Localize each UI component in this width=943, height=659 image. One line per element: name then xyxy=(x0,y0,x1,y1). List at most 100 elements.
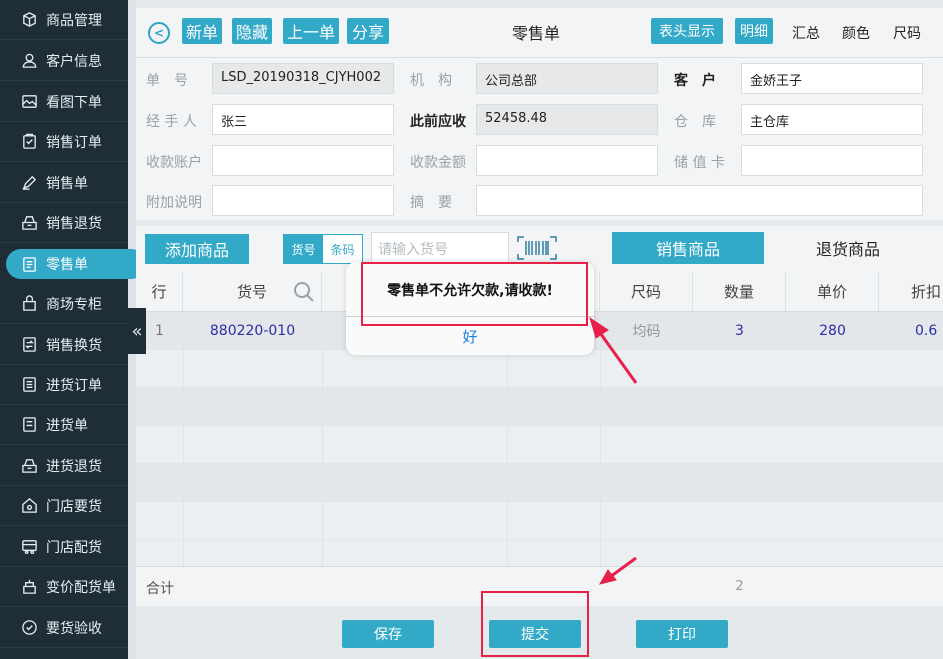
col-header-price: 单价 xyxy=(786,272,879,312)
sidebar-item-price-change-distribution[interactable]: 变价配货单 xyxy=(0,567,128,607)
sidebar-item-label: 销售换货 xyxy=(46,337,102,354)
handler-field[interactable]: 张三 xyxy=(212,104,394,135)
sidebar-item-label: 变价配货单 xyxy=(46,579,116,596)
return-icon xyxy=(20,214,38,232)
sidebar-item-request-inspection[interactable]: 要货验收 xyxy=(0,608,128,648)
sidebar-item-mall-counter[interactable]: 商场专柜 xyxy=(0,284,128,324)
remark-label: 附加说明 xyxy=(146,195,202,211)
sidebar: 商品管理 客户信息 看图下单 销售订单 销售单 销售退货 零售单 商场专柜 销售… xyxy=(0,0,146,659)
double-chevron-left-icon: « xyxy=(131,320,143,342)
price-icon xyxy=(20,578,38,596)
print-button[interactable]: 打印 xyxy=(636,620,728,648)
check-icon xyxy=(20,619,38,637)
cell-discount[interactable]: 0.6 xyxy=(879,312,943,350)
table-row-empty xyxy=(136,464,943,502)
cell-item-no[interactable]: 880220-010 xyxy=(183,312,322,350)
sidebar-item-label: 进货订单 xyxy=(46,377,102,394)
sidebar-item-product-management[interactable]: 商品管理 xyxy=(0,0,128,40)
tab-size[interactable]: 尺码 xyxy=(893,23,921,43)
remark-field[interactable] xyxy=(212,185,394,216)
toolbar: < 新单 隐藏 上一单 分享 零售单 表头显示 明细 汇总 颜色 尺码 xyxy=(136,8,943,58)
sidebar-item-retail-slip[interactable]: 零售单 xyxy=(0,244,146,284)
search-input[interactable]: 请输入货号 xyxy=(371,232,509,264)
order-header-form: 单 号 LSD_20190318_CJYH002 机 构 公司总部 客 户 金娇… xyxy=(136,58,943,220)
handler-label: 经 手 人 xyxy=(146,114,197,130)
clipboard-icon xyxy=(20,133,38,151)
sidebar-item-store-distribution[interactable]: 门店配货 xyxy=(0,527,128,567)
add-product-button[interactable]: 添加商品 xyxy=(145,234,249,264)
sidebar-item-label: 销售退货 xyxy=(46,215,102,232)
sidebar-item-purchase-slip[interactable]: 进货单 xyxy=(0,405,128,445)
total-qty: 2 xyxy=(735,579,744,594)
sidebar-item-label: 零售单 xyxy=(46,257,88,273)
truck-icon xyxy=(20,538,38,556)
sidebar-item-label: 要货验收 xyxy=(46,620,102,637)
amount-label: 收款金额 xyxy=(410,155,466,171)
account-label: 收款账户 xyxy=(146,155,202,171)
customer-field[interactable]: 金娇王子 xyxy=(741,63,923,94)
sidebar-item-sales-return[interactable]: 销售退货 xyxy=(0,203,128,243)
sidebar-item-purchase-return[interactable]: 进货退货 xyxy=(0,446,128,486)
cell-qty[interactable]: 3 xyxy=(693,312,786,350)
stored-card-field[interactable] xyxy=(741,145,923,176)
search-mode-toggle: 货号 条码 xyxy=(283,234,363,264)
sidebar-item-label: 看图下单 xyxy=(46,94,102,111)
table-row-empty xyxy=(136,388,943,426)
col-header-qty: 数量 xyxy=(693,272,786,312)
amount-field[interactable] xyxy=(476,145,658,176)
table-row-empty xyxy=(136,426,943,464)
warehouse-label: 仓 库 xyxy=(674,114,716,130)
sidebar-item-order-by-image[interactable]: 看图下单 xyxy=(0,82,128,122)
stored-card-label: 储 值 卡 xyxy=(674,155,725,171)
save-button[interactable]: 保存 xyxy=(342,620,434,648)
col-header-discount: 折扣 xyxy=(879,272,943,312)
previous-order-button[interactable]: 上一单 xyxy=(283,18,339,44)
barcode-scan-icon[interactable] xyxy=(517,236,557,260)
column-divider xyxy=(600,312,601,566)
sidebar-item-purchase-order[interactable]: 进货订单 xyxy=(0,365,128,405)
back-button[interactable]: < xyxy=(148,22,170,44)
tab-sale-products[interactable]: 销售商品 xyxy=(612,232,764,264)
total-label: 合计 xyxy=(146,581,174,597)
tab-detail[interactable]: 明细 xyxy=(735,18,773,44)
image-icon xyxy=(20,93,38,111)
pen-icon xyxy=(20,174,38,192)
tab-color[interactable]: 颜色 xyxy=(842,23,870,43)
page-title: 零售单 xyxy=(511,24,560,43)
store-icon xyxy=(20,497,38,515)
sidebar-item-sales-slip[interactable]: 销售单 xyxy=(0,163,128,203)
column-divider xyxy=(183,312,184,566)
tab-summary[interactable]: 汇总 xyxy=(792,23,820,43)
table-row-empty xyxy=(136,502,943,540)
hide-button[interactable]: 隐藏 xyxy=(232,18,272,44)
customer-label: 客 户 xyxy=(674,73,716,89)
sidebar-item-customer-info[interactable]: 客户信息 xyxy=(0,41,128,81)
column-divider xyxy=(322,312,323,566)
sidebar-item-store-request[interactable]: 门店要货 xyxy=(0,486,128,526)
annotation-highlight-submit xyxy=(481,591,589,657)
sidebar-collapse-handle[interactable]: « xyxy=(128,308,146,354)
new-order-button[interactable]: 新单 xyxy=(182,18,222,44)
account-field[interactable] xyxy=(212,145,394,176)
cell-price[interactable]: 280 xyxy=(786,312,879,350)
share-button[interactable]: 分享 xyxy=(347,18,389,44)
search-icon[interactable] xyxy=(293,281,315,307)
org-label: 机 构 xyxy=(410,73,452,89)
mode-barcode[interactable]: 条码 xyxy=(323,235,362,263)
col-header-size: 尺码 xyxy=(600,272,693,312)
user-icon xyxy=(20,52,38,70)
col-header-item-no: 货号 xyxy=(183,272,322,312)
sidebar-item-label: 进货单 xyxy=(46,417,88,434)
sidebar-item-label: 门店要货 xyxy=(46,498,102,515)
receipt-icon xyxy=(20,416,38,434)
warehouse-field[interactable]: 主仓库 xyxy=(741,104,923,135)
summary-label: 摘 要 xyxy=(410,195,452,211)
mode-item-no[interactable]: 货号 xyxy=(284,235,323,263)
header-display-button[interactable]: 表头显示 xyxy=(651,18,723,44)
summary-field[interactable] xyxy=(476,185,923,216)
sidebar-item-label: 门店配货 xyxy=(46,539,102,556)
sidebar-item-sales-exchange[interactable]: 销售换货 xyxy=(0,325,128,365)
tab-return-products[interactable]: 退货商品 xyxy=(796,232,900,264)
order-no-field: LSD_20190318_CJYH002 xyxy=(212,63,394,94)
sidebar-item-sales-order[interactable]: 销售订单 xyxy=(0,122,128,162)
